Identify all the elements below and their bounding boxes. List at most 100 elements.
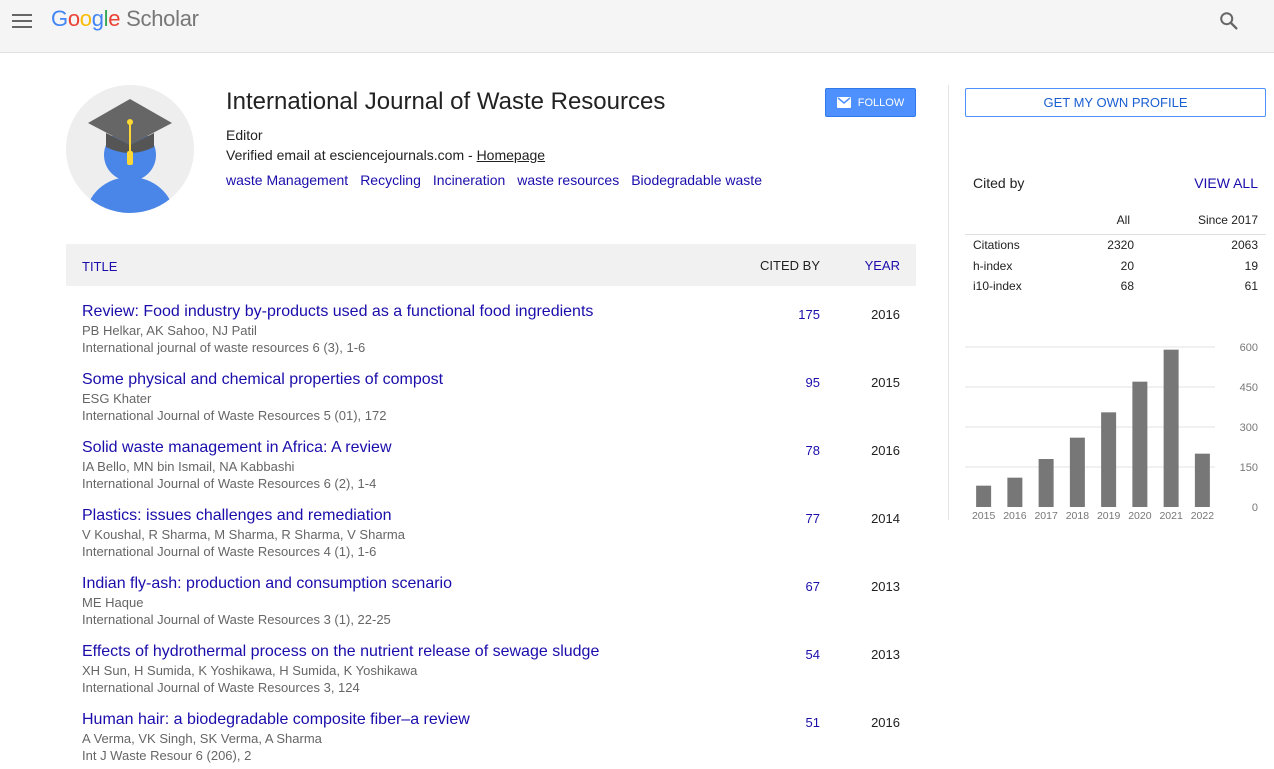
chart-x-tick-label: 2021 [1159, 510, 1183, 522]
article-authors: A Verma, VK Singh, SK Verma, A Sharma [82, 731, 322, 746]
table-row: Human hair: a biodegradable composite fi… [66, 708, 916, 769]
cited-by-count-link[interactable]: 67 [806, 579, 820, 594]
article-title-link[interactable]: Some physical and chemical properties of… [82, 371, 443, 389]
citation-stats-table: All Since 2017 Citations 2320 2063 h-ind… [965, 203, 1266, 297]
get-my-own-profile-button[interactable]: GET MY OWN PROFILE [965, 88, 1266, 117]
chart-x-tick-label: 2020 [1128, 510, 1152, 522]
article-venue: International Journal of Waste Resources… [82, 680, 360, 695]
chart-bar[interactable] [1132, 381, 1148, 507]
article-year: 2013 [871, 579, 900, 594]
cited-by-count-link[interactable]: 95 [806, 375, 820, 390]
chart-x-tick-label: 2017 [1034, 510, 1058, 522]
email-text: Verified email at esciencejournals.com - [226, 147, 477, 163]
article-year: 2015 [871, 375, 900, 390]
stats-all-value: 68 [1120, 279, 1134, 293]
article-venue: International Journal of Waste Resources… [82, 544, 377, 559]
homepage-link[interactable]: Homepage [477, 147, 546, 163]
mail-icon [836, 97, 851, 108]
interests-list: waste Management Recycling Incineration was… [226, 172, 774, 188]
chart-y-tick-label: 600 [1240, 342, 1258, 354]
article-year: 2016 [871, 307, 900, 322]
stats-row: i10-index 68 61 [965, 276, 1266, 297]
article-authors: PB Helkar, AK Sahoo, NJ Patil [82, 323, 257, 338]
graduation-cap-avatar-icon [66, 85, 194, 213]
article-year: 2016 [871, 715, 900, 730]
article-year: 2016 [871, 443, 900, 458]
table-row: Effects of hydrothermal process on the n… [66, 640, 916, 708]
interest-link[interactable]: waste resources [517, 172, 619, 188]
interest-link[interactable]: waste Management [226, 172, 348, 188]
article-authors: ESG Khater [82, 391, 152, 406]
cited-by-count-link[interactable]: 78 [806, 443, 820, 458]
top-bar: Google Scholar [0, 0, 1274, 53]
articles-list: Review: Food industry by-products used a… [66, 300, 916, 769]
chart-y-tick-label: 300 [1240, 422, 1258, 434]
chart-bar[interactable] [1101, 412, 1117, 507]
chart-bar[interactable] [1069, 437, 1085, 507]
interest-link[interactable]: Incineration [433, 172, 505, 188]
article-title-link[interactable]: Review: Food industry by-products used a… [82, 303, 593, 321]
articles-table-header: TITLE CITED BY YEAR [66, 244, 916, 286]
article-authors: ME Haque [82, 595, 144, 610]
follow-button[interactable]: FOLLOW [825, 88, 916, 117]
cited-by-count-link[interactable]: 175 [798, 307, 820, 322]
chart-bar[interactable] [976, 485, 992, 507]
table-row: Plastics: issues challenges and remediat… [66, 504, 916, 572]
chart-bar[interactable] [1007, 477, 1023, 507]
stats-row: Citations 2320 2063 [965, 235, 1266, 256]
article-title-link[interactable]: Plastics: issues challenges and remediat… [82, 507, 392, 525]
interest-link[interactable]: Recycling [360, 172, 421, 188]
follow-label: FOLLOW [857, 96, 905, 109]
chart-bar[interactable] [1163, 349, 1179, 507]
avatar [66, 85, 194, 213]
table-row: Indian fly-ash: production and consumpti… [66, 572, 916, 640]
table-row: Solid waste management in Africa: A revi… [66, 436, 916, 504]
article-venue: International journal of waste resources… [82, 340, 366, 355]
article-venue: International Journal of Waste Resources… [82, 408, 387, 423]
article-title-link[interactable]: Human hair: a biodegradable composite fi… [82, 711, 470, 729]
google-scholar-logo[interactable]: Google Scholar [51, 6, 199, 32]
view-all-link[interactable]: VIEW ALL [1194, 175, 1258, 191]
cited-by-heading: Cited by [973, 175, 1025, 191]
article-venue: Int J Waste Resour 6 (206), 2 [82, 748, 252, 763]
article-title-link[interactable]: Effects of hydrothermal process on the n… [82, 643, 599, 661]
stats-label[interactable]: h-index [973, 259, 1012, 273]
column-divider [948, 85, 949, 520]
search-icon[interactable] [1218, 10, 1240, 32]
chart-y-tick-label: 450 [1240, 382, 1258, 394]
stats-all-value: 2320 [1107, 238, 1134, 252]
chart-bar[interactable] [1194, 453, 1210, 507]
column-cited-by[interactable]: CITED BY [760, 258, 820, 273]
chart-x-tick-label: 2019 [1097, 510, 1121, 522]
chart-y-tick-label: 0 [1252, 502, 1258, 514]
article-title-link[interactable]: Solid waste management in Africa: A revi… [82, 439, 392, 457]
stats-header: All Since 2017 [965, 203, 1266, 235]
stats-since-value: 61 [1244, 279, 1258, 293]
article-year: 2014 [871, 511, 900, 526]
profile-affiliation: Editor [226, 127, 263, 143]
table-row: Review: Food industry by-products used a… [66, 300, 916, 368]
table-row: Some physical and chemical properties of… [66, 368, 916, 436]
article-venue: International Journal of Waste Resources… [82, 612, 391, 627]
column-year[interactable]: YEAR [865, 258, 900, 273]
stats-label[interactable]: Citations [973, 238, 1020, 252]
stats-row: h-index 20 19 [965, 256, 1266, 277]
article-title-link[interactable]: Indian fly-ash: production and consumpti… [82, 575, 452, 593]
article-authors: IA Bello, MN bin Ismail, NA Kabbashi [82, 459, 295, 474]
column-title[interactable]: TITLE [82, 259, 117, 274]
chart-bar[interactable] [1038, 459, 1054, 507]
article-year: 2013 [871, 647, 900, 662]
article-authors: V Koushal, R Sharma, M Sharma, R Sharma,… [82, 527, 405, 542]
chart-x-tick-label: 2016 [1003, 510, 1027, 522]
menu-icon[interactable] [12, 12, 34, 30]
chart-x-tick-label: 2015 [972, 510, 996, 522]
stats-since-value: 2063 [1231, 238, 1258, 252]
profile-email: Verified email at esciencejournals.com -… [226, 147, 545, 163]
article-authors: XH Sun, H Sumida, K Yoshikawa, H Sumida,… [82, 663, 418, 678]
cited-by-count-link[interactable]: 54 [806, 647, 820, 662]
interest-link[interactable]: Biodegradable waste [631, 172, 762, 188]
article-venue: International Journal of Waste Resources… [82, 476, 377, 491]
stats-label[interactable]: i10-index [973, 279, 1022, 293]
cited-by-count-link[interactable]: 77 [806, 511, 820, 526]
cited-by-count-link[interactable]: 51 [806, 715, 820, 730]
